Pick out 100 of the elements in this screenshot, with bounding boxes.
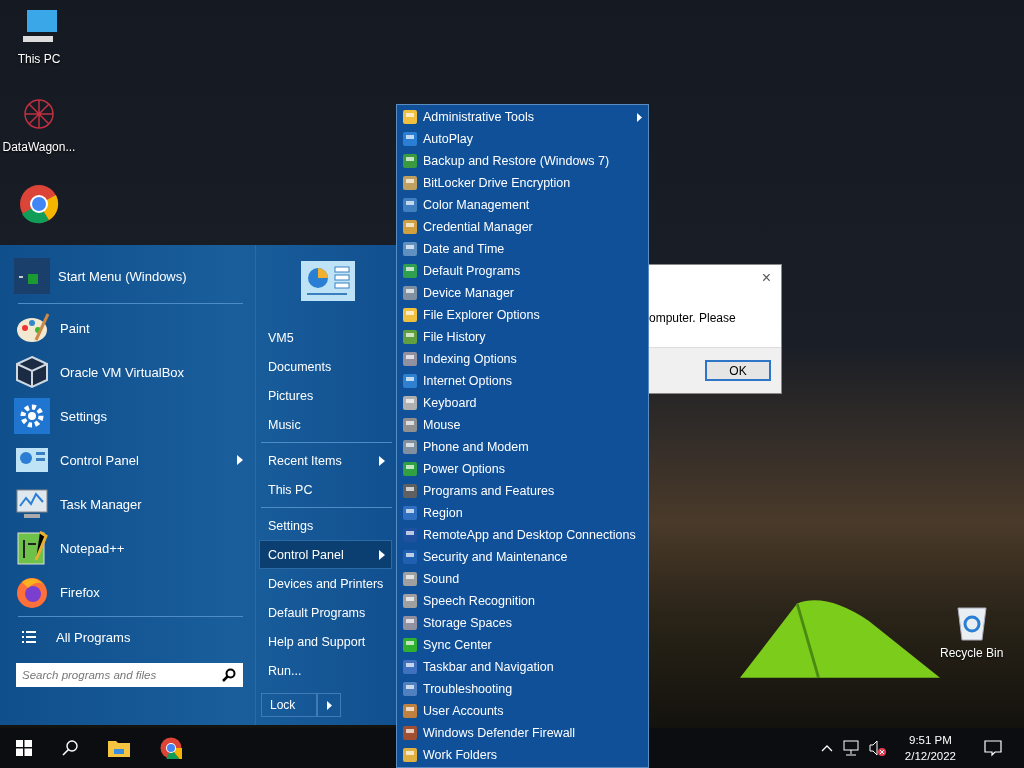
applet-icon xyxy=(402,505,418,521)
menu-item[interactable]: Mouse xyxy=(397,414,648,436)
menu-item[interactable]: Sync Center xyxy=(397,634,648,656)
menu-item[interactable]: Security and Maintenance xyxy=(397,546,648,568)
windows-logo-icon[interactable] xyxy=(16,740,32,756)
settings-icon xyxy=(14,398,50,434)
menu-item[interactable]: Control Panel xyxy=(14,442,255,478)
volume-muted-icon[interactable] xyxy=(868,740,887,756)
menu-item[interactable]: BitLocker Drive Encryption xyxy=(397,172,648,194)
applet-icon xyxy=(402,329,418,345)
folder-icon[interactable] xyxy=(108,739,130,757)
notification-icon[interactable] xyxy=(984,739,1002,757)
menu-item[interactable]: Help and Support xyxy=(259,627,392,656)
applet-icon xyxy=(402,241,418,257)
menu-item[interactable]: VM5 xyxy=(259,323,392,352)
menu-item[interactable]: Storage Spaces xyxy=(397,612,648,634)
menu-item[interactable]: File Explorer Options xyxy=(397,304,648,326)
search-icon[interactable] xyxy=(62,740,78,756)
applet-icon xyxy=(402,571,418,587)
applet-icon xyxy=(402,615,418,631)
notepad-icon xyxy=(14,530,50,566)
menu-item[interactable]: Music xyxy=(259,410,392,439)
applet-icon xyxy=(402,747,418,763)
applet-icon xyxy=(402,109,418,125)
submenu-arrow-icon xyxy=(237,455,243,465)
menu-item[interactable]: Default Programs xyxy=(397,260,648,282)
applet-icon xyxy=(402,439,418,455)
menu-item[interactable]: Run... xyxy=(259,656,392,685)
menu-item[interactable]: This PC xyxy=(259,475,392,504)
caret-icon xyxy=(326,700,332,710)
menu-item[interactable]: Documents xyxy=(259,352,392,381)
lock-button[interactable]: Lock xyxy=(261,693,317,717)
icon-label[interactable]: This PC xyxy=(17,52,61,66)
applet-icon xyxy=(402,263,418,279)
cube-icon xyxy=(14,354,50,390)
menu-item[interactable]: RemoteApp and Desktop Connections xyxy=(397,524,648,546)
icon-label[interactable]: Recycle Bin xyxy=(940,646,1004,660)
applet-icon xyxy=(402,285,418,301)
menu-item[interactable]: Devices and Printers xyxy=(259,569,392,598)
menu-item[interactable]: Programs and Features xyxy=(397,480,648,502)
applet-icon xyxy=(402,703,418,719)
menu-item[interactable]: Paint xyxy=(14,310,255,346)
menu-item[interactable]: Credential Manager xyxy=(397,216,648,238)
menu-item[interactable]: AutoPlay xyxy=(397,128,648,150)
applet-icon xyxy=(402,681,418,697)
menu-item[interactable]: Date and Time xyxy=(397,238,648,260)
chrome-icon[interactable] xyxy=(19,184,59,224)
menu-item[interactable]: Keyboard xyxy=(397,392,648,414)
menu-item[interactable]: Settings xyxy=(259,511,392,540)
menu-item[interactable]: Firefox xyxy=(14,574,255,610)
menu-item[interactable]: Pictures xyxy=(259,381,392,410)
applet-icon xyxy=(402,593,418,609)
menu-item[interactable]: Phone and Modem xyxy=(397,436,648,458)
menu-item[interactable]: Recent Items xyxy=(259,446,392,475)
menu-item[interactable]: Color Management xyxy=(397,194,648,216)
applet-icon xyxy=(402,637,418,653)
menu-item[interactable]: Device Manager xyxy=(397,282,648,304)
menu-item[interactable]: Indexing Options xyxy=(397,348,648,370)
lock-options-button[interactable] xyxy=(317,693,341,717)
menu-item[interactable]: Power Options xyxy=(397,458,648,480)
menu-item[interactable]: Administrative Tools xyxy=(397,106,648,128)
chevron-up-icon[interactable] xyxy=(820,744,833,752)
close-button[interactable]: × xyxy=(761,269,771,287)
menu-item[interactable]: Work Folders xyxy=(397,744,648,766)
menu-item[interactable]: Task Manager xyxy=(14,486,255,522)
applet-icon xyxy=(402,725,418,741)
menu-item[interactable]: User Accounts xyxy=(397,700,648,722)
menu-item[interactable]: Notepad++ xyxy=(14,530,255,566)
menu-item[interactable]: Settings xyxy=(14,398,255,434)
applet-icon xyxy=(402,197,418,213)
applet-icon xyxy=(402,373,418,389)
clock-time[interactable]: 9:51 PM xyxy=(904,732,956,748)
menu-item[interactable]: Oracle VM VirtualBox xyxy=(14,354,255,390)
ok-button[interactable]: OK xyxy=(705,360,771,381)
control-panel-icon xyxy=(300,261,355,301)
menu-item[interactable]: File History xyxy=(397,326,648,348)
applet-icon xyxy=(402,659,418,675)
menu-item[interactable]: Speech Recognition xyxy=(397,590,648,612)
chrome-icon[interactable] xyxy=(160,737,182,759)
menu-header-label[interactable]: Start Menu (Windows) xyxy=(58,268,187,284)
search-field[interactable]: Search programs and files xyxy=(16,663,243,687)
menu-item[interactable]: Internet Options xyxy=(397,370,648,392)
applet-icon xyxy=(402,549,418,565)
menu-item[interactable]: Windows Defender Firewall xyxy=(397,722,648,744)
menu-item[interactable]: Taskbar and Navigation xyxy=(397,656,648,678)
icon-label[interactable]: DataWagon... xyxy=(2,140,76,154)
menu-item[interactable]: All Programs xyxy=(14,623,255,651)
clock-date[interactable]: 2/12/2022 xyxy=(904,748,956,764)
menu-item[interactable]: Sound xyxy=(397,568,648,590)
applet-icon xyxy=(402,131,418,147)
network-icon[interactable] xyxy=(842,740,859,756)
menu-item[interactable]: Troubleshooting xyxy=(397,678,648,700)
menu-item[interactable]: Default Programs xyxy=(259,598,392,627)
submenu-arrow-icon xyxy=(379,549,385,560)
menu-item[interactable]: Control Panel xyxy=(259,540,392,569)
applet-icon xyxy=(402,175,418,191)
applet-icon xyxy=(402,395,418,411)
applet-icon xyxy=(402,483,418,499)
menu-item[interactable]: Backup and Restore (Windows 7) xyxy=(397,150,648,172)
menu-item[interactable]: Region xyxy=(397,502,648,524)
